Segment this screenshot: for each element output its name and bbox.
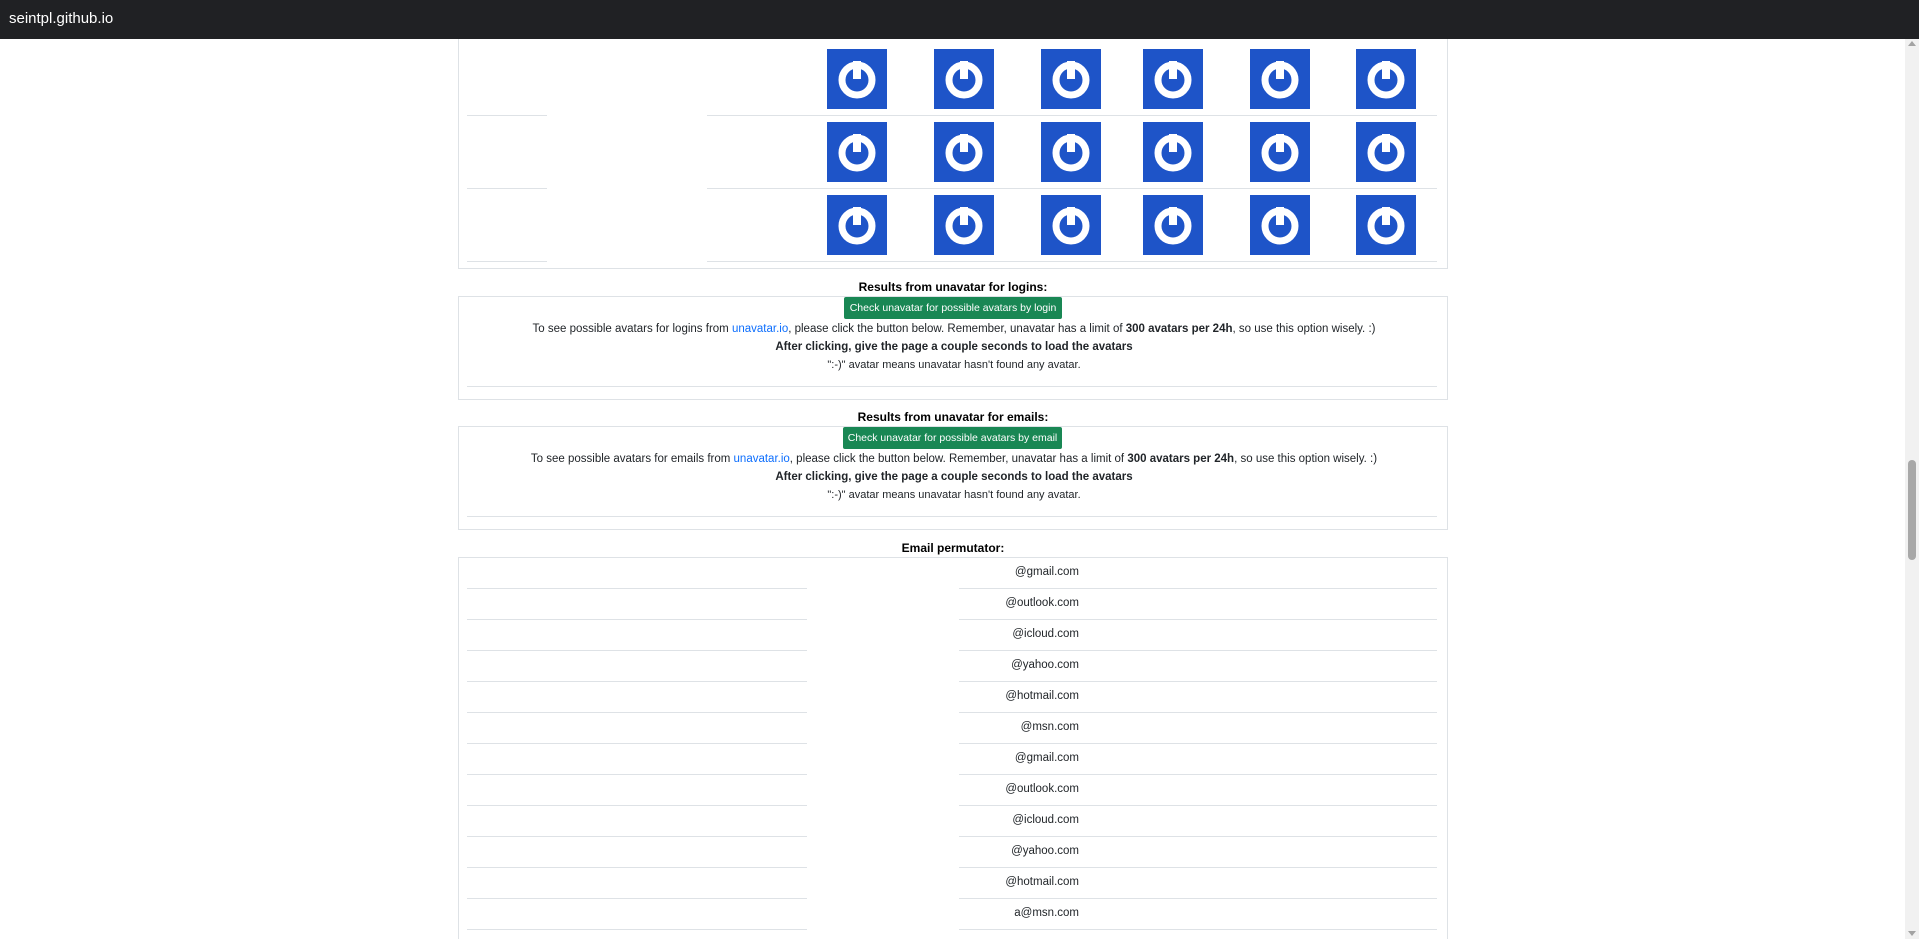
unavatar-emails-info: To see possible avatars for emails from … bbox=[459, 453, 1449, 465]
info-text: , so use this option wisely. :) bbox=[1232, 323, 1376, 335]
email-address: @gmail.com bbox=[1014, 752, 1079, 764]
email-cell: @yahoo.com bbox=[959, 651, 1079, 681]
info-text: To see possible avatars for emails from bbox=[530, 453, 734, 465]
unavatar-emails-avatar-note: ":-)" avatar means unavatar hasn't found… bbox=[827, 489, 1081, 501]
email-address: @gmail.com bbox=[1014, 566, 1079, 578]
table-row: @hotmail.com bbox=[467, 682, 1437, 713]
gravatar-power-icon[interactable] bbox=[934, 195, 994, 255]
check-unavatar-email-button[interactable]: Check unavatar for possible avatars by e… bbox=[843, 427, 1062, 449]
divider bbox=[959, 929, 1437, 930]
table-row: @msn.com bbox=[467, 713, 1437, 744]
divider bbox=[467, 929, 807, 930]
table-row: @outlook.com bbox=[467, 589, 1437, 620]
gravatar-power-icon[interactable] bbox=[827, 195, 887, 255]
email-cell: a@msn.com bbox=[959, 899, 1079, 929]
email-address: @icloud.com bbox=[1012, 814, 1079, 826]
gravatar-power-icon[interactable] bbox=[1041, 122, 1101, 182]
email-cell: @yahoo.com bbox=[959, 837, 1079, 867]
gravatar-power-icon[interactable] bbox=[1356, 195, 1416, 255]
avatar-row bbox=[467, 116, 1437, 189]
info-text: To see possible avatars for logins from bbox=[532, 323, 732, 335]
gravatar-power-icon[interactable] bbox=[1356, 49, 1416, 109]
divider bbox=[467, 386, 1437, 387]
divider bbox=[707, 261, 1437, 262]
unavatar-logins-avatar-note: ":-)" avatar means unavatar hasn't found… bbox=[827, 359, 1081, 371]
table-row: @yahoo.com bbox=[467, 651, 1437, 682]
gravatar-power-icon[interactable] bbox=[827, 122, 887, 182]
table-row: @gmail.com bbox=[467, 558, 1437, 589]
table-row: @outlook.com bbox=[467, 775, 1437, 806]
unavatar-emails-title: Results from unavatar for emails: bbox=[857, 410, 1049, 424]
page-viewport: Results from unavatar for logins: To see… bbox=[0, 39, 1905, 939]
table-row: @gmail.com bbox=[467, 744, 1437, 775]
email-cell: @outlook.com bbox=[959, 775, 1079, 805]
scroll-down-arrow-icon[interactable] bbox=[1908, 931, 1916, 936]
gravatar-power-icon[interactable] bbox=[1250, 49, 1310, 109]
gravatar-power-icon[interactable] bbox=[934, 122, 994, 182]
page-scrollbar[interactable] bbox=[1905, 39, 1919, 939]
email-cell: @gmail.com bbox=[959, 558, 1079, 588]
email-cell: @hotmail.com bbox=[959, 682, 1079, 712]
limit-text: 300 avatars per 24h bbox=[1125, 323, 1233, 335]
info-text: , please click the button below. Remembe… bbox=[789, 453, 1128, 465]
unavatar-logins-info: To see possible avatars for logins from … bbox=[459, 323, 1449, 335]
gravatar-power-icon[interactable] bbox=[1250, 195, 1310, 255]
email-cell: @icloud.com bbox=[959, 620, 1079, 650]
email-cell: @hotmail.com bbox=[959, 868, 1079, 898]
email-cell: @gmail.com bbox=[959, 744, 1079, 774]
table-row: a@msn.com bbox=[467, 899, 1437, 930]
gravatar-power-icon[interactable] bbox=[1041, 49, 1101, 109]
table-row: @yahoo.com bbox=[467, 837, 1437, 868]
email-address: @hotmail.com bbox=[1005, 876, 1079, 888]
browser-top-bar: seintpl.github.io bbox=[0, 0, 1919, 39]
scroll-up-arrow-icon[interactable] bbox=[1908, 41, 1916, 46]
email-address: @yahoo.com bbox=[1011, 659, 1079, 671]
table-row: @hotmail.com bbox=[467, 868, 1437, 899]
gravatar-power-icon[interactable] bbox=[1143, 49, 1203, 109]
site-domain: seintpl.github.io bbox=[9, 10, 114, 27]
email-address: @hotmail.com bbox=[1005, 690, 1079, 702]
limit-text: 300 avatars per 24h bbox=[1127, 453, 1235, 465]
table-row: @icloud.com bbox=[467, 620, 1437, 651]
divider bbox=[467, 516, 1437, 517]
info-text: , please click the button below. Remembe… bbox=[788, 323, 1126, 335]
scrollbar-thumb[interactable] bbox=[1908, 460, 1916, 560]
unavatar-emails-load-note: After clicking, give the page a couple s… bbox=[775, 471, 1133, 483]
email-permutator-title: Email permutator: bbox=[901, 541, 1005, 555]
email-address: @outlook.com bbox=[1005, 597, 1079, 609]
unavatar-logins-title: Results from unavatar for logins: bbox=[858, 280, 1048, 294]
email-cell: @msn.com bbox=[959, 713, 1079, 743]
unavatar-link[interactable]: unavatar.io bbox=[732, 323, 788, 335]
gravatar-power-icon[interactable] bbox=[827, 49, 887, 109]
email-address: @msn.com bbox=[1020, 721, 1079, 733]
table-row: @icloud.com bbox=[467, 806, 1437, 837]
avatar-row bbox=[467, 189, 1437, 262]
gravatar-power-icon[interactable] bbox=[934, 49, 994, 109]
divider bbox=[467, 261, 547, 262]
unavatar-logins-load-note: After clicking, give the page a couple s… bbox=[775, 341, 1133, 353]
gravatar-power-icon[interactable] bbox=[1356, 122, 1416, 182]
email-address: @yahoo.com bbox=[1011, 845, 1079, 857]
email-address: @icloud.com bbox=[1012, 628, 1079, 640]
info-text: , so use this option wisely. :) bbox=[1234, 453, 1378, 465]
email-cell: @outlook.com bbox=[959, 589, 1079, 619]
email-address: @outlook.com bbox=[1005, 783, 1079, 795]
avatar-row bbox=[467, 43, 1437, 116]
gravatar-results-panel bbox=[458, 39, 1448, 269]
gravatar-power-icon[interactable] bbox=[1143, 122, 1203, 182]
email-address: a@msn.com bbox=[1014, 907, 1079, 919]
email-cell: @icloud.com bbox=[959, 806, 1079, 836]
gravatar-power-icon[interactable] bbox=[1041, 195, 1101, 255]
unavatar-link[interactable]: unavatar.io bbox=[734, 453, 790, 465]
gravatar-power-icon[interactable] bbox=[1250, 122, 1310, 182]
check-unavatar-login-button[interactable]: Check unavatar for possible avatars by l… bbox=[844, 297, 1062, 319]
email-permutator-panel: @gmail.com @outlook.com @icloud.com @yahoo.… bbox=[458, 557, 1448, 939]
gravatar-power-icon[interactable] bbox=[1143, 195, 1203, 255]
